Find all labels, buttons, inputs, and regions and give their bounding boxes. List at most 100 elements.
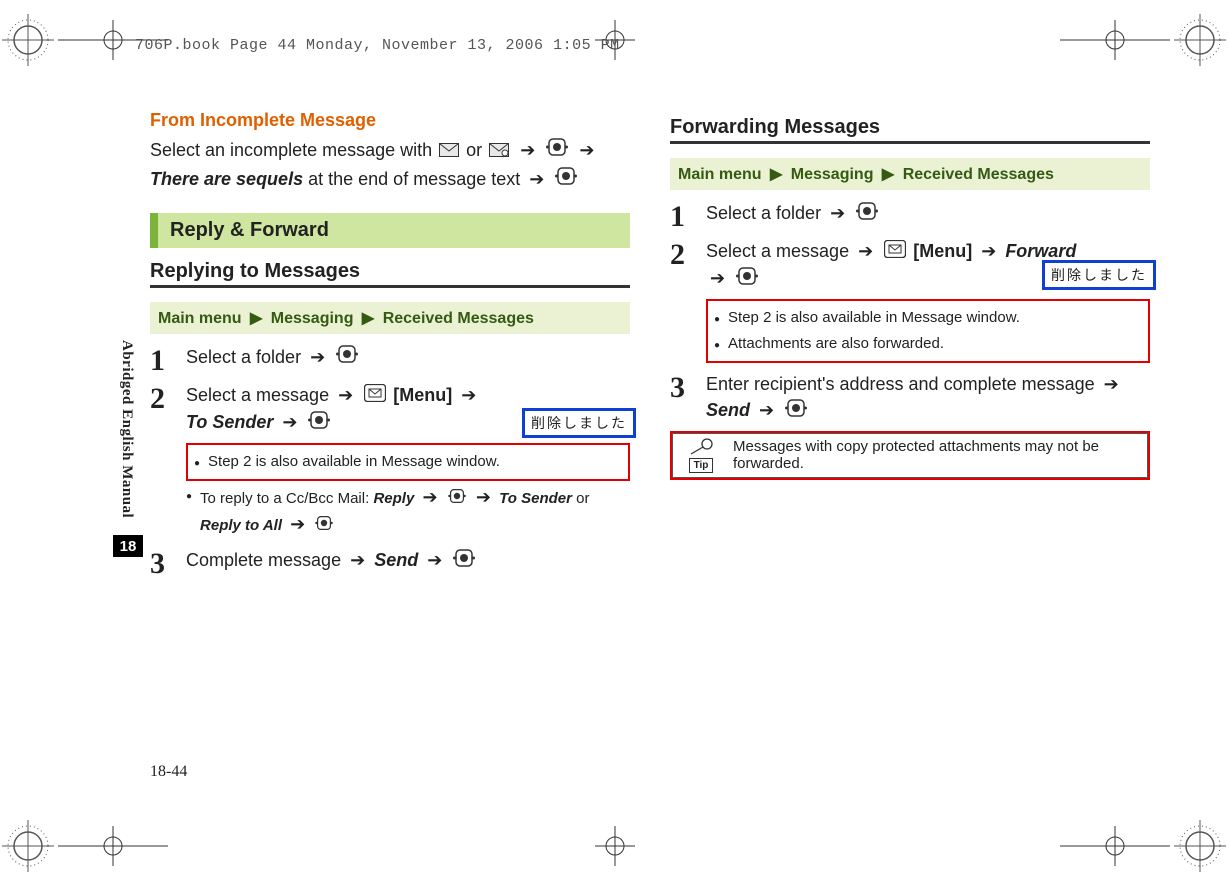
forward-label: Forward xyxy=(1005,241,1076,261)
envelope-alt-icon xyxy=(489,138,509,166)
step-number: 3 xyxy=(670,373,696,425)
send-label: Send xyxy=(706,400,750,420)
nav-key-icon xyxy=(453,548,475,575)
incomplete-message-heading: From Incomplete Message xyxy=(150,110,630,131)
forward-step-2: 2 Select a message ➔ [Menu] ➔ Forward ➔ … xyxy=(670,238,1150,365)
forward-step-1: 1 Select a folder ➔ xyxy=(670,200,1150,232)
text: Select a folder xyxy=(706,203,826,223)
sidebar-manual-label: Abridged English Manual xyxy=(118,340,135,518)
chevron-right-icon: ▶ xyxy=(770,166,782,183)
arrow-icon: ➔ xyxy=(529,166,544,194)
sequels-label: There are sequels xyxy=(150,169,303,189)
chevron-right-icon: ▶ xyxy=(362,310,374,327)
tip-pin-icon xyxy=(687,438,715,456)
reply-forward-heading: Reply & Forward xyxy=(150,213,630,248)
send-label: Send xyxy=(374,550,418,570)
highlight-box: Step 2 is also available in Message wind… xyxy=(706,299,1150,363)
text: Select a message xyxy=(186,385,334,405)
crumb-main: Main menu xyxy=(678,166,762,183)
regmark-tl xyxy=(0,10,58,70)
nav-key-icon xyxy=(546,137,568,166)
text: at the end of message text xyxy=(308,169,525,189)
arrow-icon: ➔ xyxy=(461,382,476,408)
step-number: 2 xyxy=(670,240,696,365)
chevron-right-icon: ▶ xyxy=(882,166,894,183)
menu-label: [Menu] xyxy=(393,385,452,405)
arrow-icon: ➔ xyxy=(981,238,996,264)
reply-step-3: 3 Complete message ➔ Send ➔ xyxy=(150,547,630,579)
incomplete-message-paragraph: Select an incomplete message with or ➔ ➔… xyxy=(150,137,630,195)
print-header: 706P.book Page 44 Monday, November 13, 2… xyxy=(135,37,620,54)
nav-key-icon xyxy=(336,344,358,371)
nav-key-icon xyxy=(856,201,878,228)
arrow-icon: ➔ xyxy=(1104,371,1119,397)
forward-note-2: Attachments are also forwarded. xyxy=(714,333,1142,356)
breadcrumb-forward: Main menu ▶ Messaging ▶ Received Message… xyxy=(670,158,1150,190)
annotation-deleted: 削除しました xyxy=(1042,260,1156,290)
highlight-box: Step 2 is also available in Message wind… xyxy=(186,443,630,482)
step-number: 1 xyxy=(670,202,696,232)
arrow-icon: ➔ xyxy=(338,382,353,408)
arrow-icon: ➔ xyxy=(310,344,325,370)
replying-subheading: Replying to Messages xyxy=(150,260,630,288)
arrow-icon: ➔ xyxy=(579,137,594,165)
arrow-icon: ➔ xyxy=(858,238,873,264)
chapter-badge: 18 xyxy=(113,535,143,557)
right-column: Forwarding Messages Main menu ▶ Messagin… xyxy=(670,110,1150,585)
highlight-box: Tip Messages with copy protected attachm… xyxy=(670,431,1150,480)
text: Complete message xyxy=(186,550,346,570)
forward-note-1: Step 2 is also available in Message wind… xyxy=(714,307,1142,330)
arrow-icon: ➔ xyxy=(710,265,725,291)
step-number: 3 xyxy=(150,549,176,579)
crumb-main: Main menu xyxy=(158,310,242,327)
arrow-icon: ➔ xyxy=(520,137,535,165)
reply-step-2: 2 Select a message ➔ [Menu] ➔ To Sender … xyxy=(150,382,630,542)
cropmark-top-right xyxy=(1060,20,1170,60)
forward-step-3: 3 Enter recipient's address and complete… xyxy=(670,371,1150,425)
breadcrumb-reply: Main menu ▶ Messaging ▶ Received Message… xyxy=(150,302,630,334)
regmark-tr xyxy=(1170,10,1228,70)
cropmark-bottom-left xyxy=(58,826,168,866)
cropmark-bottom-right xyxy=(1060,826,1170,866)
cropmark-bottom-center xyxy=(595,826,635,866)
envelope-icon xyxy=(439,138,459,166)
forwarding-subheading: Forwarding Messages xyxy=(670,116,1150,144)
step-number: 1 xyxy=(150,346,176,376)
arrow-icon: ➔ xyxy=(476,484,491,511)
left-column: From Incomplete Message Select an incomp… xyxy=(150,110,630,585)
arrow-icon: ➔ xyxy=(830,200,845,226)
crumb-messaging: Messaging xyxy=(791,166,874,183)
page-number: 18-44 xyxy=(150,763,187,781)
to-sender-label: To Sender xyxy=(186,412,273,432)
arrow-icon: ➔ xyxy=(350,547,365,573)
arrow-icon: ➔ xyxy=(290,511,305,538)
arrow-icon: ➔ xyxy=(759,397,774,423)
text: or xyxy=(466,140,487,160)
nav-key-icon xyxy=(736,266,758,293)
crumb-received: Received Messages xyxy=(383,310,534,327)
regmark-br xyxy=(1170,816,1228,876)
menu-label: [Menu] xyxy=(913,241,972,261)
mail-key-icon xyxy=(884,239,906,265)
tip-label: Tip xyxy=(689,458,714,473)
step-number: 2 xyxy=(150,384,176,542)
reply-note-2: To reply to a Cc/Bcc Mail: Reply ➔ ➔ To … xyxy=(186,484,630,538)
regmark-bl xyxy=(0,816,58,876)
text: Select a message xyxy=(706,241,854,261)
chevron-right-icon: ▶ xyxy=(250,310,262,327)
tip-box: Tip Messages with copy protected attachm… xyxy=(672,433,1148,478)
arrow-icon: ➔ xyxy=(282,409,297,435)
text: Select a folder xyxy=(186,347,306,367)
tip-text: Messages with copy protected attachments… xyxy=(733,438,1139,472)
arrow-icon: ➔ xyxy=(422,484,437,511)
nav-key-icon xyxy=(785,398,807,425)
annotation-deleted: 削除しました xyxy=(522,408,636,438)
nav-key-small-icon xyxy=(315,515,333,539)
crumb-messaging: Messaging xyxy=(271,310,354,327)
nav-key-icon xyxy=(308,410,330,437)
reply-note-1: Step 2 is also available in Message wind… xyxy=(194,451,622,474)
text: Select an incomplete message with xyxy=(150,140,437,160)
text: Enter recipient's address and complete m… xyxy=(706,374,1100,394)
nav-key-icon xyxy=(555,166,577,195)
crumb-received: Received Messages xyxy=(903,166,1054,183)
